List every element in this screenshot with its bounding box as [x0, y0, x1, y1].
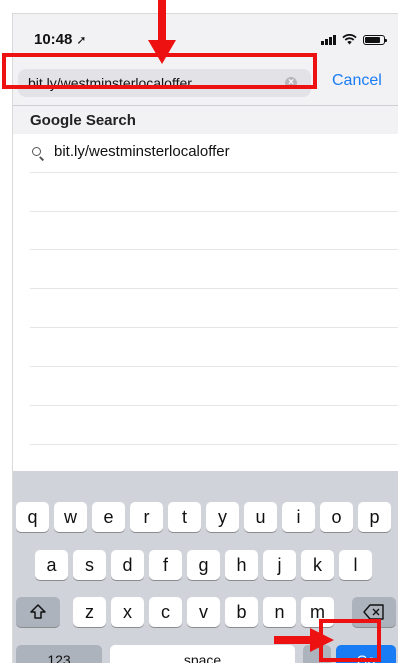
row-separator — [30, 249, 398, 250]
key-g[interactable]: g — [187, 550, 220, 580]
row-separator — [30, 444, 398, 445]
cancel-button[interactable]: Cancel — [332, 72, 382, 90]
key-b[interactable]: b — [225, 597, 258, 627]
key-f[interactable]: f — [149, 550, 182, 580]
key-x[interactable]: x — [111, 597, 144, 627]
location-arrow-icon: ➚ — [76, 33, 87, 47]
cellular-signal-icon — [321, 34, 336, 45]
row-separator — [30, 172, 398, 173]
key-d[interactable]: d — [111, 550, 144, 580]
battery-icon — [363, 35, 387, 45]
status-time: 10:48 ➚ — [34, 31, 86, 48]
key-h[interactable]: h — [225, 550, 258, 580]
key-u[interactable]: u — [244, 502, 277, 532]
key-c[interactable]: c — [149, 597, 182, 627]
wifi-icon — [342, 34, 357, 45]
row-separator — [30, 405, 398, 406]
key-r[interactable]: r — [130, 502, 163, 532]
shift-icon — [30, 604, 46, 619]
row-separator — [30, 211, 398, 212]
time-text: 10:48 — [34, 31, 73, 48]
suggestions-title: Google Search — [30, 112, 136, 129]
key-e[interactable]: e — [92, 502, 125, 532]
suggestions-header: Google Search — [13, 106, 398, 134]
suggestion-list: bit.ly/westminsterlocaloffer — [13, 134, 398, 471]
key-t[interactable]: t — [168, 502, 201, 532]
suggestion-text: bit.ly/westminsterlocaloffer — [54, 143, 230, 160]
status-icons — [321, 33, 387, 45]
suggestion-item[interactable]: bit.ly/westminsterlocaloffer — [13, 134, 398, 172]
key-o[interactable]: o — [320, 502, 353, 532]
down-arrow-icon — [148, 0, 176, 64]
key-y[interactable]: y — [206, 502, 239, 532]
row-separator — [30, 327, 398, 328]
row-separator — [30, 288, 398, 289]
numbers-key[interactable]: 123 — [16, 645, 102, 663]
key-l[interactable]: l — [339, 550, 372, 580]
key-k[interactable]: k — [301, 550, 334, 580]
key-v[interactable]: v — [187, 597, 220, 627]
key-p[interactable]: p — [358, 502, 391, 532]
key-z[interactable]: z — [73, 597, 106, 627]
backspace-icon — [363, 604, 384, 620]
key-w[interactable]: w — [54, 502, 87, 532]
key-a[interactable]: a — [35, 550, 68, 580]
shift-key[interactable] — [16, 597, 60, 627]
search-icon — [32, 147, 41, 156]
key-q[interactable]: q — [16, 502, 49, 532]
space-key[interactable]: space — [110, 645, 295, 663]
key-s[interactable]: s — [73, 550, 106, 580]
right-arrow-icon — [274, 628, 334, 652]
key-j[interactable]: j — [263, 550, 296, 580]
key-i[interactable]: i — [282, 502, 315, 532]
phone-screen: 10:48 ➚ bit.ly/westminsterlocaloffer × Ca… — [12, 13, 398, 663]
key-n[interactable]: n — [263, 597, 296, 627]
row-separator — [30, 366, 398, 367]
